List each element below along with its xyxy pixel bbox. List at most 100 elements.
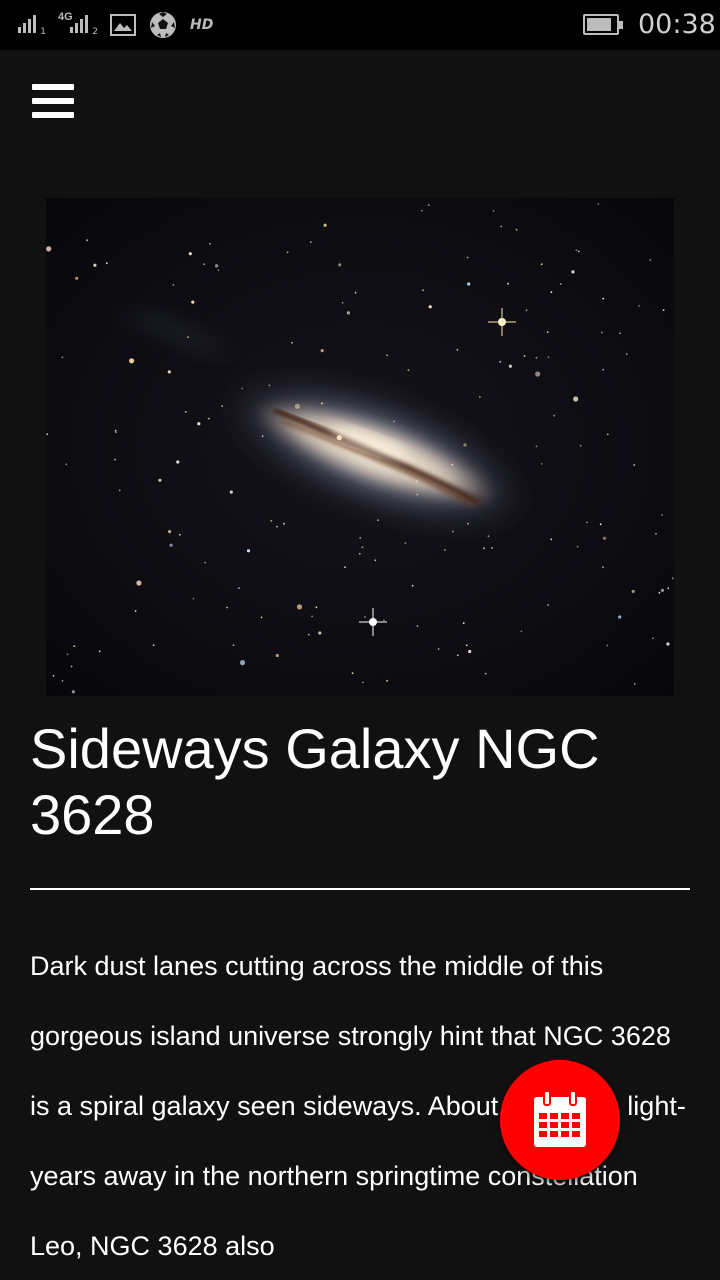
star — [407, 369, 410, 371]
star — [625, 353, 628, 355]
star — [320, 349, 324, 353]
star — [467, 282, 471, 286]
status-bar: 1 4G 2 HD 00:38 — [0, 0, 720, 50]
star — [462, 622, 465, 624]
star — [383, 619, 385, 622]
star — [520, 630, 523, 633]
star — [208, 417, 210, 420]
star — [671, 577, 674, 580]
battery-icon — [583, 14, 623, 35]
star — [652, 637, 654, 640]
star — [70, 665, 73, 668]
star — [602, 566, 604, 569]
hd-label: HD — [190, 17, 214, 33]
star — [466, 256, 469, 259]
star — [351, 672, 354, 675]
star — [463, 443, 467, 447]
star — [283, 522, 285, 525]
star — [386, 354, 388, 357]
star — [428, 305, 432, 309]
star — [550, 291, 553, 294]
star — [275, 653, 279, 658]
star — [374, 559, 377, 562]
star — [134, 610, 137, 612]
star — [291, 342, 293, 344]
star — [437, 648, 440, 650]
star — [184, 411, 187, 413]
star — [467, 522, 469, 525]
star — [286, 251, 289, 254]
star — [507, 282, 509, 285]
star — [631, 589, 635, 593]
star — [204, 561, 207, 564]
star — [633, 683, 636, 685]
star — [114, 458, 116, 461]
star — [377, 519, 379, 522]
star — [65, 463, 68, 466]
star — [655, 532, 657, 535]
signal-sim2-icon: 4G 2 — [58, 11, 98, 37]
star — [61, 356, 64, 359]
star — [52, 674, 55, 677]
star — [361, 546, 364, 549]
star — [260, 616, 263, 619]
star — [315, 606, 318, 609]
star — [416, 625, 419, 628]
star — [416, 480, 418, 482]
calendar-button[interactable] — [500, 1060, 620, 1180]
star — [547, 604, 550, 606]
star — [468, 649, 472, 654]
star — [553, 414, 556, 417]
star — [338, 263, 342, 267]
star — [523, 355, 526, 357]
star — [321, 402, 323, 405]
star — [268, 384, 271, 387]
star — [416, 493, 419, 496]
star — [525, 309, 528, 312]
star — [167, 370, 171, 374]
star — [546, 331, 549, 333]
star — [484, 672, 487, 675]
star — [535, 371, 541, 377]
star — [576, 545, 579, 548]
star — [559, 283, 562, 285]
galaxy-image — [46, 198, 674, 696]
star — [215, 264, 219, 268]
star — [197, 422, 201, 426]
star — [187, 336, 189, 339]
star — [261, 435, 264, 438]
star — [479, 396, 481, 398]
star — [226, 606, 228, 609]
soccer-ball-icon — [150, 12, 176, 38]
network-type-label: 4G — [58, 11, 73, 23]
star — [93, 263, 97, 267]
star — [209, 242, 211, 245]
star — [86, 239, 88, 242]
star — [192, 597, 195, 600]
star — [61, 680, 64, 682]
star — [191, 300, 195, 304]
star — [318, 631, 322, 635]
star — [355, 427, 357, 430]
star — [606, 433, 609, 436]
signal-sim1-icon: 1 — [16, 13, 46, 37]
star — [661, 514, 663, 516]
star — [386, 679, 388, 682]
star — [577, 250, 580, 253]
star — [535, 445, 538, 448]
star — [579, 444, 582, 447]
star — [535, 356, 538, 359]
star — [217, 269, 220, 272]
star — [404, 542, 407, 544]
hamburger-menu-icon[interactable] — [30, 82, 76, 120]
menu-bar-top — [32, 84, 74, 90]
sim2-label: 2 — [92, 27, 98, 37]
star — [618, 615, 622, 619]
calendar-icon — [534, 1090, 586, 1147]
star — [649, 259, 652, 261]
star — [238, 587, 240, 589]
star — [115, 431, 117, 434]
star — [354, 291, 357, 294]
star — [66, 653, 69, 656]
star — [75, 276, 79, 280]
